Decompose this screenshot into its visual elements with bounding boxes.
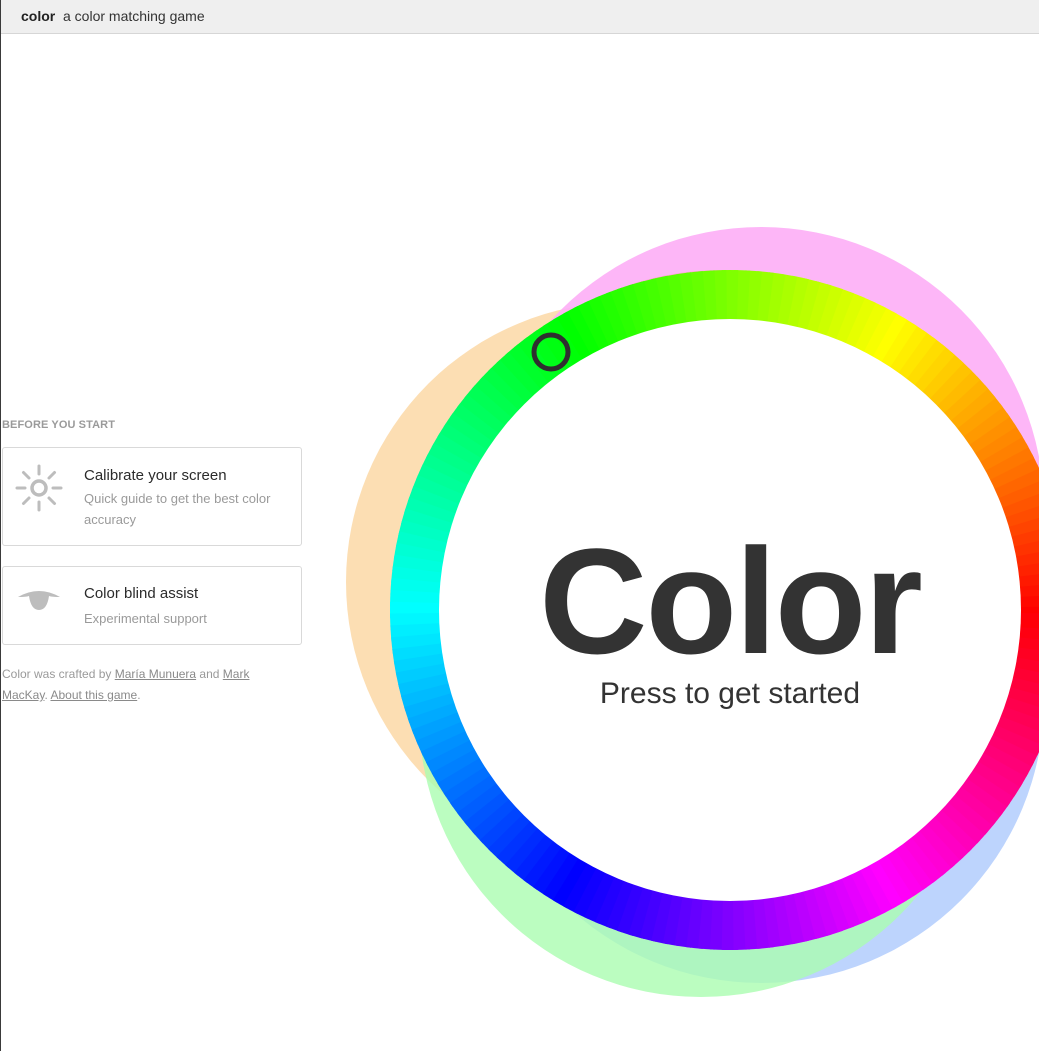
eye-icon (14, 577, 64, 617)
calibrate-card-title: Calibrate your screen (84, 467, 227, 484)
color-blind-assist-card[interactable]: Color blind assist Experimental support (2, 566, 302, 645)
app-frame: color a color matching game Color Press … (0, 0, 1039, 1051)
credits-conjunction: and (196, 667, 223, 681)
credits-text: Color was crafted by María Munuera and M… (2, 664, 262, 706)
calibrate-card-description: Quick guide to get the best color accura… (84, 491, 271, 527)
credits-prefix: Color was crafted by (2, 667, 115, 681)
sun-icon (14, 463, 64, 513)
color-blind-card-description: Experimental support (84, 611, 207, 626)
hero-title: Color (539, 517, 923, 685)
color-blind-card-title: Color blind assist (84, 585, 199, 602)
about-game-link[interactable]: About this game (50, 688, 137, 702)
author-maria-link[interactable]: María Munuera (115, 667, 196, 681)
credits-suffix: . (137, 688, 141, 702)
calibrate-screen-card[interactable]: Calibrate your screen Quick guide to get… (2, 447, 302, 546)
hero-subtitle: Press to get started (599, 677, 861, 710)
before-you-start-heading: BEFORE YOU START (2, 419, 116, 431)
